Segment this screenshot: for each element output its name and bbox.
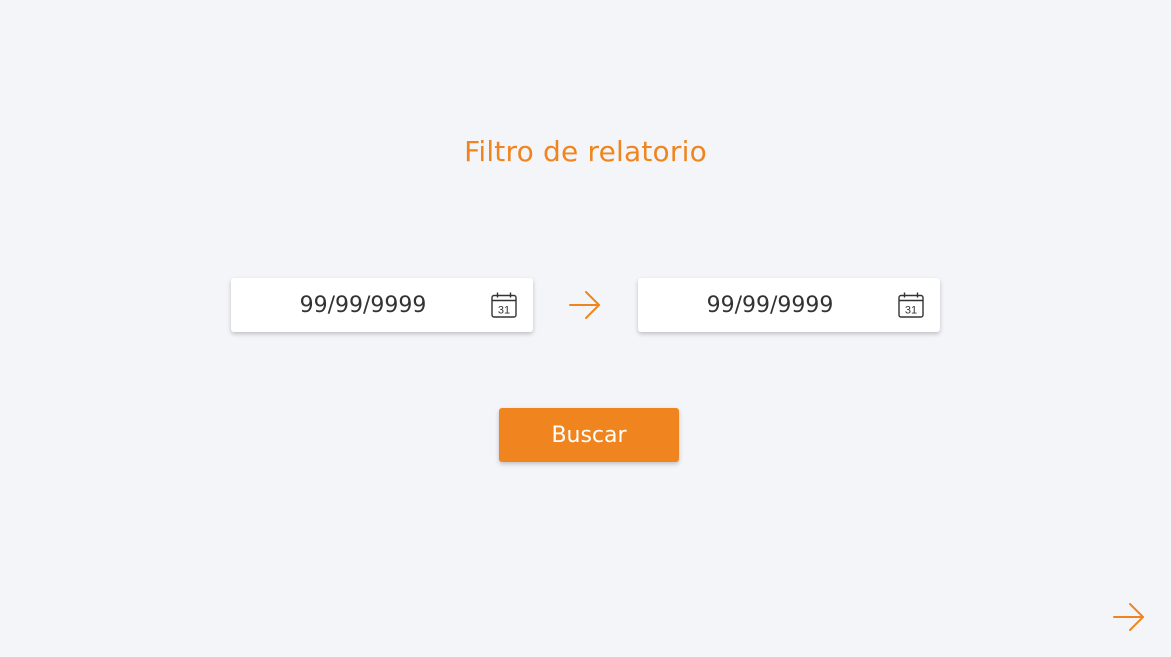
end-date-input[interactable] — [638, 278, 902, 332]
calendar-icon[interactable]: 31 — [898, 292, 924, 318]
start-date-input[interactable] — [231, 278, 495, 332]
search-button[interactable]: Buscar — [499, 408, 679, 462]
calendar-day-label: 31 — [498, 305, 510, 317]
page-title: Filtro de relatorio — [464, 135, 707, 168]
calendar-icon[interactable]: 31 — [491, 292, 517, 318]
next-arrow-icon[interactable] — [1113, 602, 1145, 632]
arrow-right-icon — [569, 291, 600, 319]
start-date-field[interactable]: 31 — [231, 278, 533, 332]
end-date-field[interactable]: 31 — [638, 278, 940, 332]
calendar-day-label: 31 — [905, 305, 917, 317]
